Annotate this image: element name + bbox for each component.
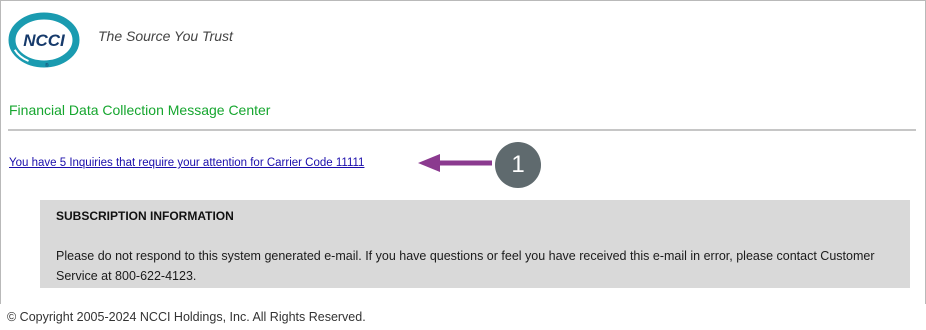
svg-text:®: ® (45, 62, 49, 69)
subscription-title: SUBSCRIPTION INFORMATION (56, 209, 234, 223)
logo-text: NCCI (23, 31, 66, 50)
divider (8, 129, 916, 131)
message-center-title: Financial Data Collection Message Center (9, 102, 271, 118)
subscription-info-box: SUBSCRIPTION INFORMATION Please do not r… (40, 200, 910, 288)
email-header: NCCI ® The Source You Trust (8, 10, 233, 70)
subscription-body: Please do not respond to this system gen… (56, 249, 875, 283)
copyright-text: © Copyright 2005-2024 NCCI Holdings, Inc… (7, 310, 366, 324)
left-arrow-icon (418, 154, 492, 172)
tagline: The Source You Trust (98, 28, 233, 44)
inquiries-link[interactable]: You have 5 Inquiries that require your a… (9, 157, 364, 169)
callout-badge: 1 (495, 142, 541, 188)
ncci-logo: NCCI ® (8, 10, 90, 70)
